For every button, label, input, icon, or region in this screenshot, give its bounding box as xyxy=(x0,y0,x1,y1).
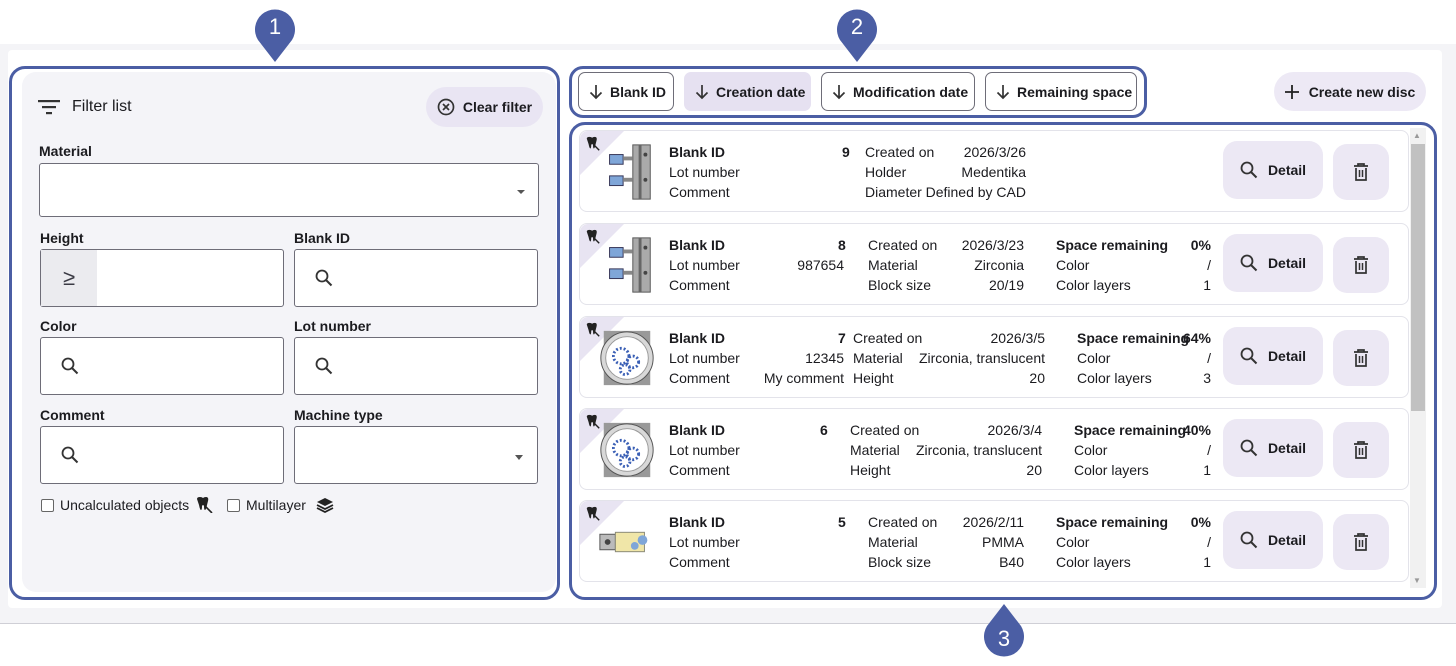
callout-frame-1 xyxy=(9,66,560,600)
callout-number: 1 xyxy=(268,14,282,39)
callout-pin-3: 3 xyxy=(981,604,1027,660)
create-new-disc-label: Create new disc xyxy=(1308,83,1416,100)
callout-pin-1: 1 xyxy=(252,6,298,62)
callout-frame-3 xyxy=(569,122,1437,600)
callout-number: 3 xyxy=(997,626,1011,651)
callout-frame-2 xyxy=(569,66,1147,118)
callout-pin-2: 2 xyxy=(834,6,880,62)
create-new-disc-button[interactable]: Create new disc xyxy=(1274,72,1426,111)
plus-icon xyxy=(1284,84,1299,99)
callout-number: 2 xyxy=(850,14,864,39)
